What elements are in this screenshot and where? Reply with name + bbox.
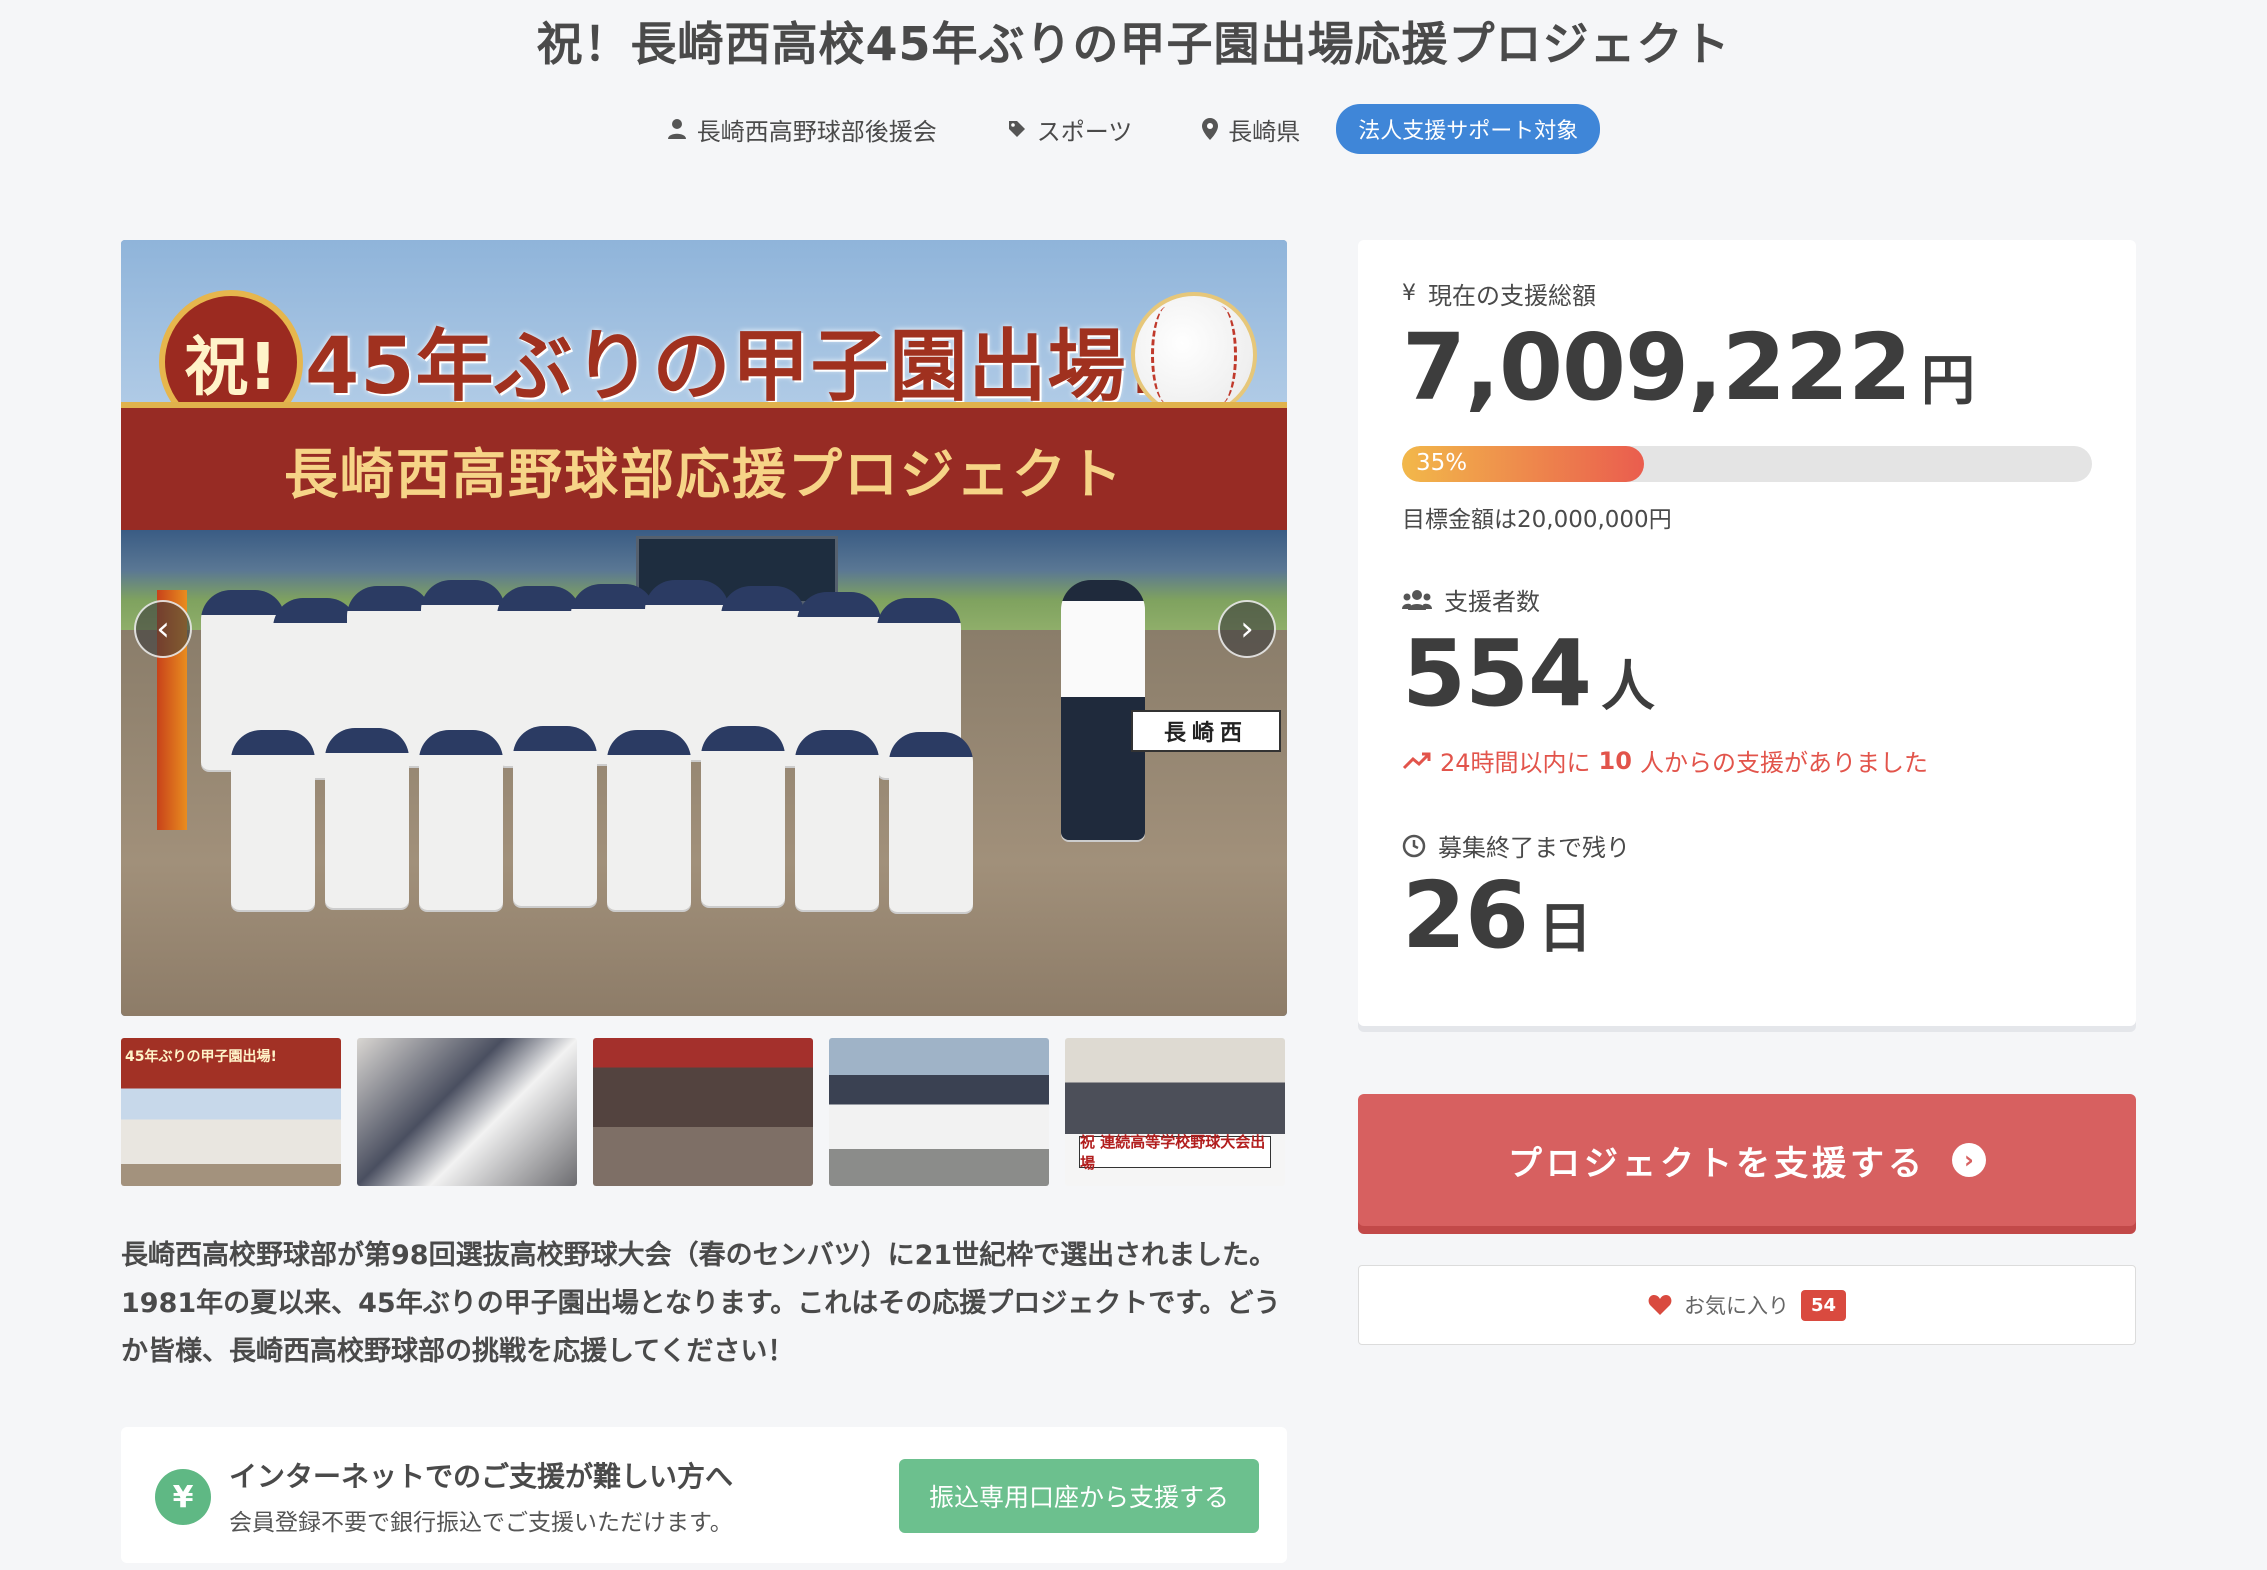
funding-progress-bar: 35%: [1402, 446, 2092, 482]
remaining-label: 募集終了まで残り: [1402, 828, 1630, 863]
remaining-unit: 日: [1538, 897, 1592, 960]
thumbnail-5[interactable]: 祝 連続高等学校野球大会出場: [1065, 1038, 1285, 1186]
thumbnail-4[interactable]: [829, 1038, 1049, 1186]
corporate-support-badge[interactable]: 法人支援サポート対象: [1336, 104, 1601, 154]
amount-number: 7,009,222: [1402, 314, 1912, 421]
player: [607, 730, 691, 910]
favorite-label: お気に入り: [1683, 1294, 1789, 1318]
supporters-number: 554: [1402, 620, 1592, 727]
funding-progress-label: 35%: [1416, 450, 1468, 476]
player: [889, 732, 973, 912]
meta-location[interactable]: 長崎県: [1202, 112, 1300, 147]
player: [231, 730, 315, 910]
support-project-label: プロジェクトを支援する: [1508, 1143, 1926, 1184]
yen-transfer-icon: ¥: [155, 1469, 211, 1525]
thumbnail-strip: 45年ぶりの甲子園出場! 祝 連続高等学校野球大会出場: [121, 1038, 1285, 1186]
amount-label: ¥ 現在の支援総額: [1402, 276, 1596, 311]
trend-count: 10: [1598, 746, 1632, 775]
supporters-value: 554 人: [1402, 620, 1655, 727]
amount-value: 7,009,222 円: [1402, 314, 1975, 421]
remaining-number: 26: [1402, 862, 1529, 969]
chevron-left-icon: ‹: [156, 609, 170, 649]
carousel-next-button[interactable]: ›: [1218, 600, 1276, 658]
favorite-count: 54: [1800, 1289, 1847, 1321]
chevron-right-icon: ›: [1240, 609, 1254, 649]
project-description: 長崎西高校野球部が第98回選抜高校野球大会（春のセンバツ）に21世紀枠で選出され…: [121, 1240, 1281, 1367]
tag-icon: [1008, 121, 1025, 137]
goal-amount: 目標金額は20,000,000円: [1402, 507, 1672, 533]
meta-location-label: 長崎県: [1228, 117, 1301, 146]
person-icon: [667, 119, 686, 139]
clock-icon: [1402, 834, 1426, 857]
bank-transfer-title: インターネットでのご支援が難しい方へ: [229, 1460, 734, 1493]
main-image: 祝! 45年ぶりの甲子園出場! 長崎西高野球部応援プロジェクト 長崎西: [121, 240, 1287, 1016]
baseball-icon: [1131, 292, 1257, 418]
remaining-label-text: 募集終了まで残り: [1438, 834, 1630, 862]
thumbnail-3[interactable]: [593, 1038, 813, 1186]
team-photo: [201, 580, 1167, 960]
support-project-button[interactable]: プロジェクトを支援する ›: [1358, 1094, 2136, 1226]
meta-owner-label: 長崎西高野球部後援会: [696, 117, 937, 146]
supporters-label-text: 支援者数: [1444, 588, 1540, 616]
arrow-right-circle-icon: ›: [1952, 1143, 1986, 1177]
school-sign: 長崎西: [1131, 710, 1281, 752]
amount-unit: 円: [1921, 349, 1975, 412]
meta-owner[interactable]: 長崎西高野球部後援会: [667, 112, 937, 147]
hero-headline: 45年ぶりの甲子園出場!: [305, 322, 1164, 412]
page-title: 祝！長崎西高校45年ぶりの甲子園出場応援プロジェクト: [536, 17, 1731, 71]
player: [513, 726, 597, 906]
location-pin-icon: [1202, 118, 1219, 140]
supporters-label: 支援者数: [1402, 582, 1540, 617]
hero-band: 長崎西高野球部応援プロジェクト: [121, 402, 1287, 536]
project-meta: 長崎西高野球部後援会 スポーツ 長崎県 法人支援サポート対象: [0, 104, 2267, 154]
group-icon: [1402, 589, 1432, 610]
heart-icon: [1648, 1295, 1672, 1315]
bank-transfer-subtitle: 会員登録不要で銀行振込でご支援いただけます。: [229, 1510, 733, 1536]
meta-category[interactable]: スポーツ: [1007, 112, 1133, 147]
trending-up-icon: [1402, 752, 1431, 769]
recent-support-trend: 24時間以内に 10 人からの支援がありました: [1402, 743, 1928, 778]
trend-suffix: 人からの支援がありました: [1639, 749, 1928, 777]
player: [419, 730, 503, 910]
thumbnail-5-label: 祝 連続高等学校野球大会出場: [1079, 1133, 1271, 1172]
remaining-value: 26 日: [1402, 862, 1592, 969]
meta-category-label: スポーツ: [1036, 117, 1133, 146]
supporters-unit: 人: [1601, 655, 1655, 718]
player: [325, 728, 409, 908]
amount-label-text: 現在の支援総額: [1428, 282, 1596, 310]
favorite-button[interactable]: お気に入り 54: [1358, 1265, 2136, 1345]
trend-prefix: 24時間以内に: [1440, 749, 1591, 777]
bank-transfer-button[interactable]: 振込専用口座から支援する: [899, 1459, 1259, 1533]
thumbnail-1[interactable]: 45年ぶりの甲子園出場!: [121, 1038, 341, 1186]
yen-icon: ¥: [1402, 281, 1416, 306]
bank-transfer-box: ¥ インターネットでのご支援が難しい方へ 会員登録不要で銀行振込でご支援いただけ…: [121, 1427, 1287, 1563]
funding-stats-panel: ¥ 現在の支援総額 7,009,222 円 35% 目標金額は20,000,000…: [1358, 240, 2136, 1026]
carousel-prev-button[interactable]: ‹: [134, 600, 192, 658]
thumbnail-2[interactable]: [357, 1038, 577, 1186]
thumbnail-1-label: 45年ぶりの甲子園出場!: [125, 1049, 277, 1065]
player: [795, 730, 879, 910]
player: [701, 726, 785, 906]
